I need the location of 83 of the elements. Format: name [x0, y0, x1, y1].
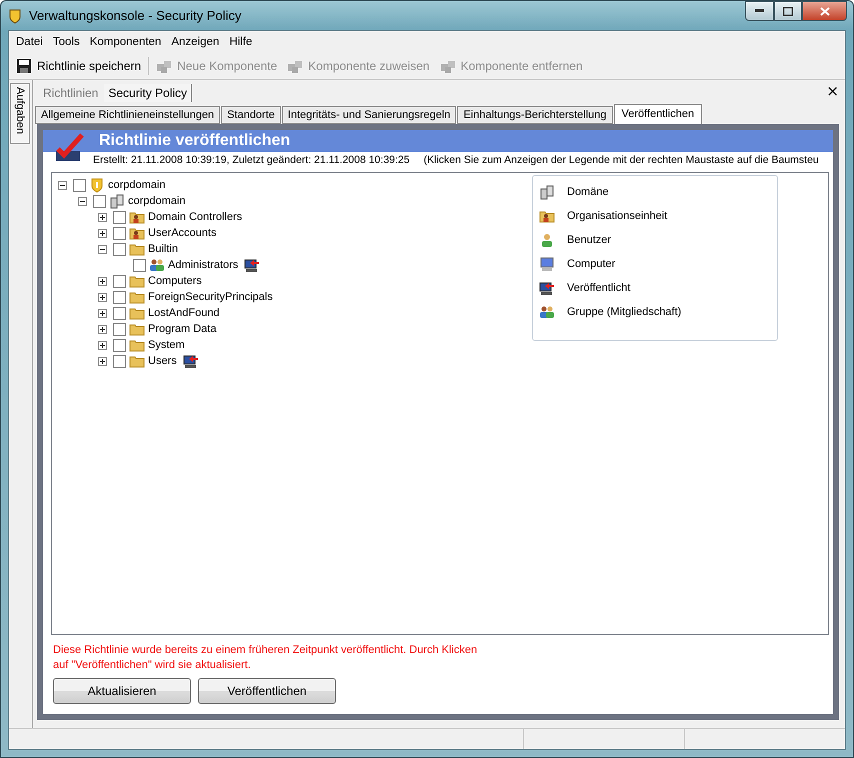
close-button[interactable]: × [826, 82, 839, 100]
menu-item[interactable]: Tools [48, 36, 85, 48]
menu-item[interactable]: Hilfe [224, 36, 258, 48]
cubes-icon [440, 58, 456, 74]
shield-icon [89, 177, 105, 193]
checkbox[interactable] [113, 290, 126, 304]
servers-icon [109, 193, 125, 209]
menu-item[interactable]: Anzeigen [166, 36, 224, 48]
minimize-button[interactable] [745, 1, 774, 21]
people-icon [539, 304, 555, 320]
checkbox[interactable] [113, 306, 126, 320]
cubes-icon [287, 58, 304, 74]
breadcrumb-tab[interactable]: Security Policy [104, 84, 192, 102]
toolbar-button[interactable]: Richtlinie speichern [11, 56, 146, 76]
tree-node-label[interactable]: Administrators [168, 259, 238, 271]
tree-node-label[interactable]: System [148, 339, 185, 351]
checkbox[interactable] [113, 322, 126, 336]
expand-icon[interactable] [98, 276, 107, 286]
hint-text: (Klicken Sie zum Anzeigen der Legende mit der rechten Maustaste auf die Baumsteu [424, 154, 820, 166]
checkbox[interactable] [93, 194, 106, 208]
maximize-icon [783, 6, 793, 16]
window-title: Verwaltungskonsole - Security Policy [29, 8, 242, 23]
collapse-icon[interactable] [98, 244, 107, 254]
collapse-icon[interactable] [58, 180, 67, 190]
person-icon [539, 232, 555, 248]
checkbox[interactable] [113, 242, 126, 256]
tree-node-label[interactable]: LostAndFound [148, 307, 220, 319]
published-computer-icon [539, 280, 555, 296]
tree-node-label[interactable]: ForeignSecurityPrincipals [148, 291, 273, 303]
checkbox[interactable] [113, 210, 126, 224]
expand-icon[interactable] [98, 228, 107, 238]
menu-item[interactable]: Komponenten [84, 36, 166, 48]
legend-label: Organisationseinheit [567, 210, 668, 222]
tab[interactable]: Integritäts- und Sanierungsregeln [282, 106, 456, 124]
tab[interactable]: Veröffentlichen [614, 104, 702, 124]
expand-icon[interactable] [98, 292, 107, 302]
expand-icon[interactable] [98, 324, 107, 334]
checkbox[interactable] [113, 274, 126, 288]
tree-node-label[interactable]: Domain Controllers [148, 211, 242, 223]
expand-icon[interactable] [98, 212, 107, 222]
expand-icon[interactable] [98, 340, 107, 350]
computer-icon [539, 256, 555, 272]
tab[interactable]: Allgemeine Richtlinieneinstellungen [35, 106, 220, 124]
breadcrumb-tab[interactable]: Richtlinien [39, 84, 102, 102]
legend-label: Domäne [567, 186, 609, 198]
warning-message: Diese Richtlinie wurde bereits zu einem früheren Zeitpunkt veröffentlicht. Durch Klicken auf "Veröffentlichen" wird sie aktualisiert. [52, 643, 478, 673]
checkbox[interactable] [133, 258, 146, 272]
legend-label: Computer [567, 258, 616, 270]
close-button[interactable] [802, 1, 847, 21]
checkbox[interactable] [113, 226, 126, 240]
side-tab[interactable]: Aufgaben [10, 83, 30, 144]
tab[interactable]: Standorte [221, 106, 281, 124]
close-icon [820, 6, 830, 16]
maximize-button[interactable] [774, 1, 802, 21]
cubes-icon [156, 58, 172, 74]
published-computer-icon [182, 353, 199, 369]
servers-icon [539, 184, 555, 200]
expand-icon[interactable] [98, 308, 107, 318]
checkbox[interactable] [113, 354, 126, 368]
checkbox[interactable] [113, 338, 126, 352]
action-button[interactable]: Veröffentlichen [198, 678, 336, 704]
checkbox[interactable] [73, 178, 86, 192]
legend-label: Benutzer [567, 234, 612, 246]
published-computer-icon [244, 257, 260, 273]
people-icon [149, 257, 165, 273]
tree-node-label[interactable]: Computers [148, 275, 202, 287]
expand-icon[interactable] [98, 356, 107, 366]
menu-item[interactable]: Datei [11, 36, 48, 48]
tab[interactable]: Einhaltungs-Berichterstellung [457, 106, 613, 124]
info-text: Erstellt: 21.11.2008 10:39:19, Zuletzt geändert: 21.11.2008 10:39:25 [93, 154, 410, 166]
legend-label: Veröffentlicht [567, 282, 630, 294]
tree-node-label[interactable]: corpdomain [128, 195, 186, 207]
tree-node-label[interactable]: Users [148, 355, 177, 367]
tree-node-label[interactable]: Builtin [148, 243, 178, 255]
minimize-icon [755, 9, 764, 13]
tree-node-label[interactable]: UserAccounts [148, 227, 216, 239]
collapse-icon[interactable] [78, 196, 87, 206]
action-button[interactable]: Aktualisieren [53, 678, 191, 704]
header-title: Richtlinie veröffentlichen [99, 132, 290, 150]
tree-node-label[interactable]: Program Data [148, 323, 216, 335]
app-icon [7, 8, 23, 24]
legend-label: Gruppe (Mitgliedschaft) [567, 306, 682, 318]
tree-node-label[interactable]: corpdomain [108, 179, 166, 191]
